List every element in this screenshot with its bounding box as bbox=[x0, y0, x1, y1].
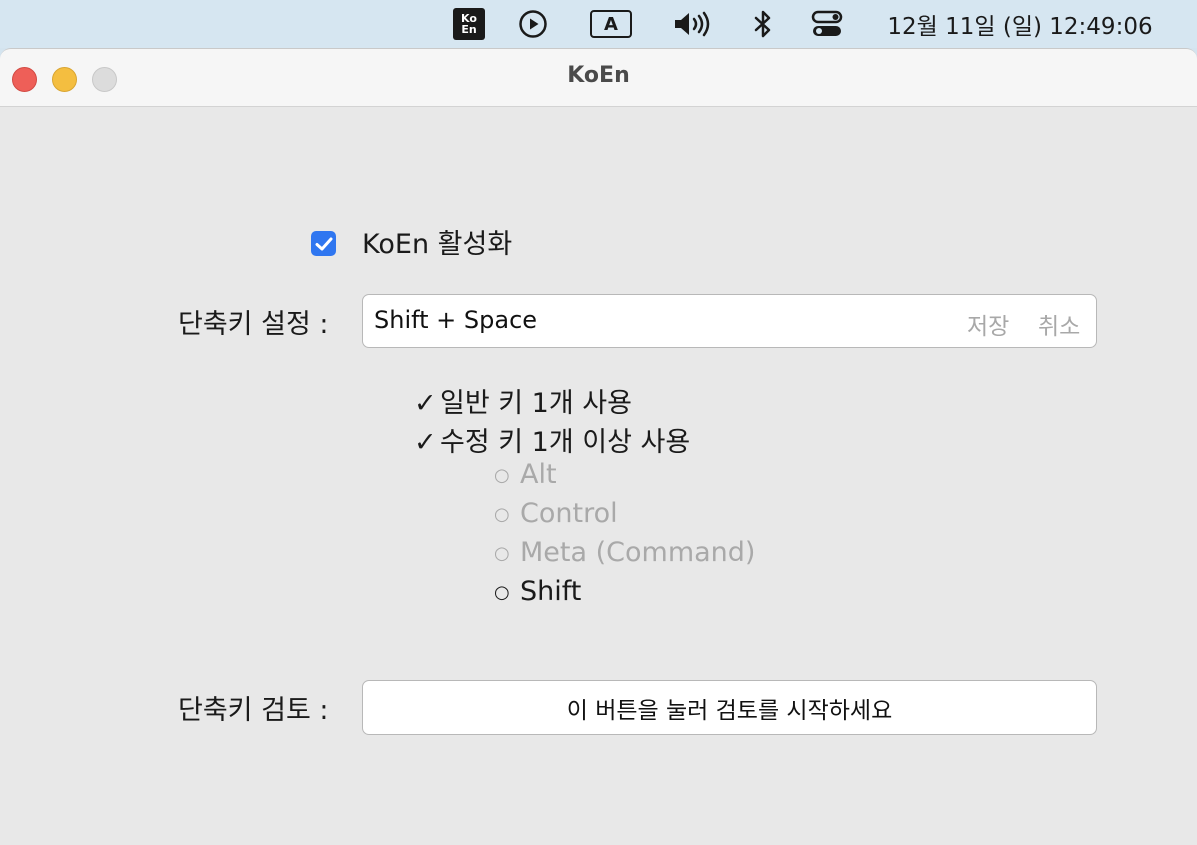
modifier-item: ○ Alt bbox=[494, 459, 557, 490]
modifier-name: Meta (Command) bbox=[520, 537, 756, 568]
menu-bar-clock[interactable]: 12월 11일 (일) 12:49:06 bbox=[887, 7, 1152, 41]
menu-bar: Ko En A 12월 11일 (일) 12:49:06 bbox=[0, 0, 1197, 48]
requirement-item: ✓ 일반 키 1개 사용 bbox=[414, 381, 632, 420]
shortcut-setting-label: 단축키 설정 : bbox=[178, 309, 329, 340]
modifier-name: Control bbox=[520, 498, 618, 529]
cancel-button[interactable]: 취소 bbox=[1038, 307, 1080, 341]
koen-icon-line-2: En bbox=[461, 23, 477, 36]
check-icon: ✓ bbox=[414, 427, 437, 458]
enable-checkbox[interactable] bbox=[311, 231, 336, 256]
play-circle-icon[interactable] bbox=[517, 0, 549, 48]
modifier-item: ○ Shift bbox=[494, 576, 581, 607]
circle-bullet-icon: ○ bbox=[494, 504, 510, 525]
circle-bullet-icon: ○ bbox=[494, 582, 510, 603]
requirement-text: 일반 키 1개 사용 bbox=[440, 388, 632, 419]
enable-label[interactable]: KoEn 활성화 bbox=[362, 222, 512, 261]
requirement-item: ✓ 수정 키 1개 이상 사용 bbox=[414, 420, 690, 459]
control-center-icon[interactable] bbox=[810, 0, 844, 48]
modifier-item: ○ Meta (Command) bbox=[494, 537, 755, 568]
title-bar[interactable]: KoEn bbox=[0, 49, 1197, 107]
shortcut-input[interactable]: Shift + Space 저장 취소 bbox=[362, 294, 1097, 348]
koen-app-icon[interactable]: Ko En bbox=[452, 0, 486, 48]
modifier-name: Shift bbox=[520, 576, 582, 607]
shortcut-review-label: 단축키 검토 : bbox=[178, 695, 329, 726]
modifier-name: Alt bbox=[520, 459, 557, 490]
volume-icon[interactable] bbox=[670, 0, 716, 48]
koen-window: KoEn KoEn 활성화 단축키 설정 : Shift + Space 저장 … bbox=[0, 48, 1197, 845]
circle-bullet-icon: ○ bbox=[494, 465, 510, 486]
start-review-button[interactable]: 이 버튼을 눌러 검토를 시작하세요 bbox=[362, 680, 1097, 735]
circle-bullet-icon: ○ bbox=[494, 543, 510, 564]
window-title: KoEn bbox=[567, 63, 630, 88]
requirement-text: 수정 키 1개 이상 사용 bbox=[440, 427, 691, 458]
input-source-label: A bbox=[590, 10, 632, 38]
settings-panel: KoEn 활성화 단축키 설정 : Shift + Space 저장 취소 ✓ 일… bbox=[0, 107, 1197, 845]
check-icon: ✓ bbox=[414, 388, 437, 419]
bluetooth-icon[interactable] bbox=[750, 0, 776, 48]
save-button[interactable]: 저장 bbox=[967, 307, 1009, 341]
checkmark-icon bbox=[315, 237, 332, 250]
shortcut-value: Shift + Space bbox=[374, 306, 538, 334]
input-source-a-icon[interactable]: A bbox=[588, 0, 634, 48]
modifier-item: ○ Control bbox=[494, 498, 618, 529]
